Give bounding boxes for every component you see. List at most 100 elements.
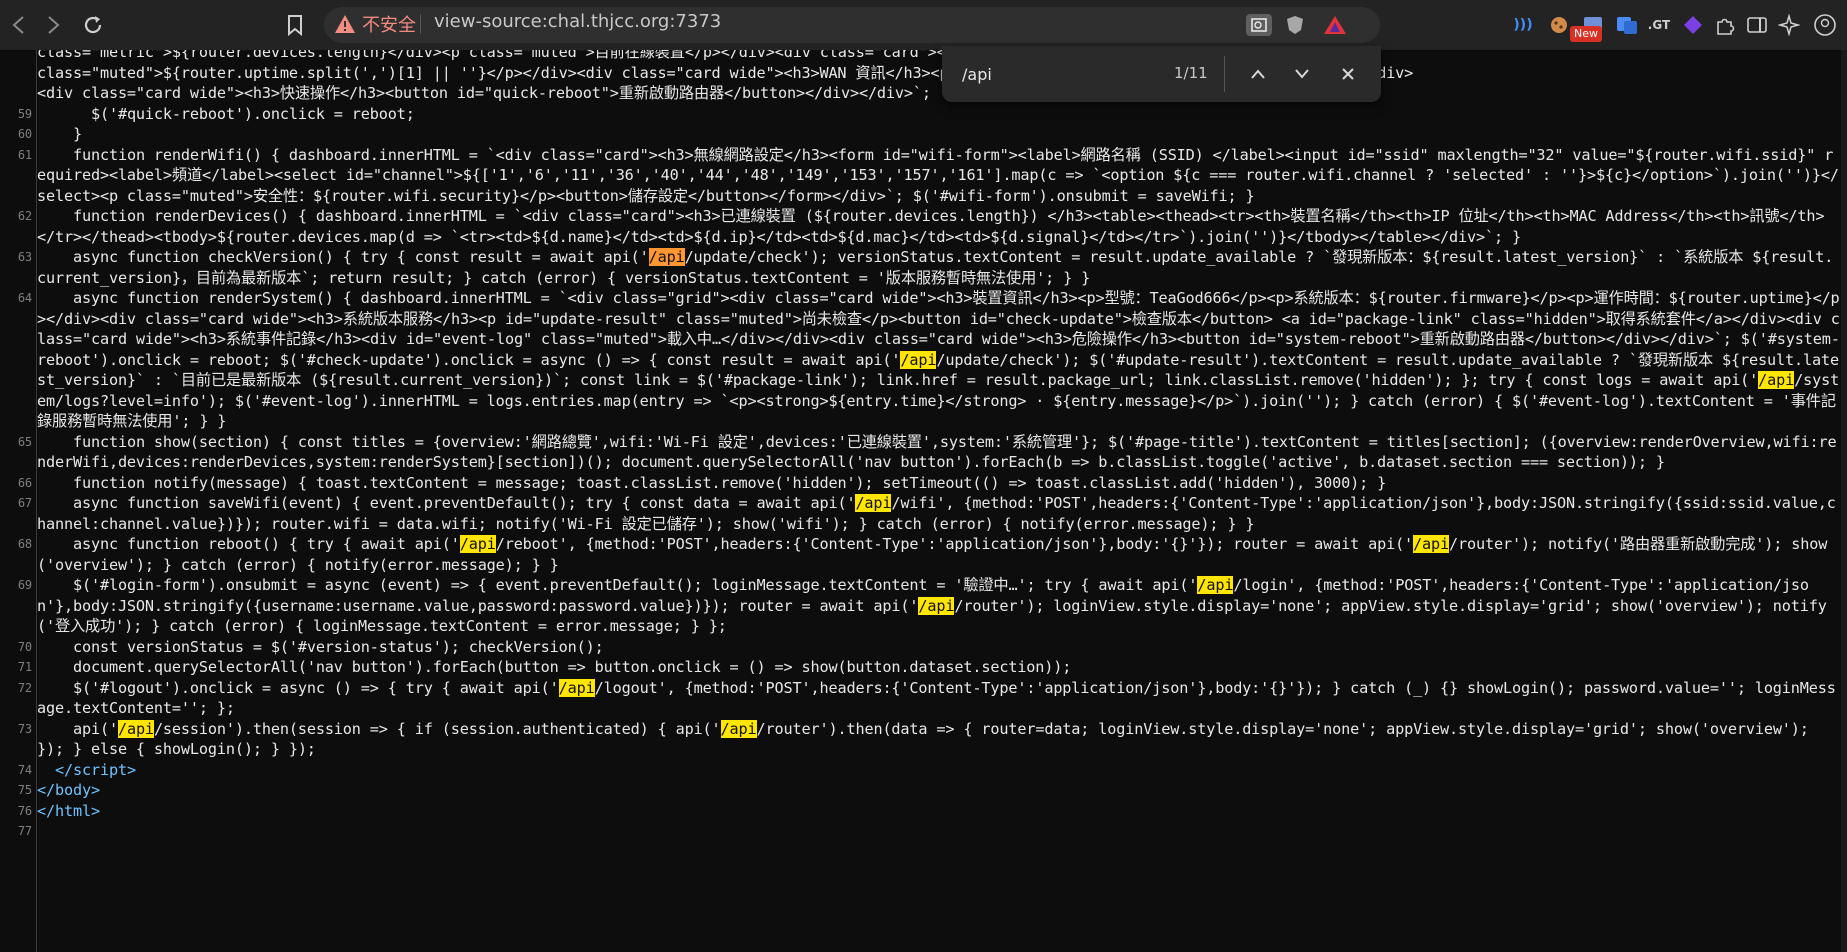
scrollbar[interactable]	[1841, 50, 1847, 952]
find-next-icon[interactable]	[1288, 60, 1316, 88]
find-match-highlight: /api	[459, 535, 496, 553]
line-text: async function saveWifi(event) { event.p…	[37, 494, 1836, 533]
line-number: 66	[17, 475, 32, 490]
line-number: 65	[17, 434, 32, 449]
line-text: async function reboot() { try { await ap…	[37, 535, 1828, 574]
url-separator	[420, 14, 421, 34]
forward-icon[interactable]	[38, 10, 68, 40]
url-text[interactable]: view-source:chal.thjcc.org:7373	[434, 11, 721, 32]
shield-extension-icon[interactable]	[1680, 12, 1706, 38]
brave-rewards-icon[interactable]	[1322, 14, 1348, 36]
source-line: 63 async function checkVersion() { try {…	[18, 247, 1842, 288]
warning-icon[interactable]	[334, 13, 356, 35]
find-previous-icon[interactable]	[1244, 60, 1272, 88]
source-line: 60 }	[18, 124, 1842, 145]
cookie-extension-icon[interactable]	[1546, 12, 1572, 38]
line-text: }	[37, 125, 82, 143]
source-line: 73 api('/api/session').then(session => {…	[18, 719, 1842, 760]
source-line: 75 </body>	[18, 780, 1842, 801]
line-number: 63	[17, 250, 32, 264]
bookmark-icon[interactable]	[282, 12, 308, 38]
line-number: 77	[17, 824, 32, 838]
line-text: async function checkVersion() { try { co…	[37, 248, 1834, 287]
source-line: <div class="card wide"><h3>快速操作</h3><but…	[37, 83, 1842, 104]
line-number: 71	[17, 660, 32, 674]
profile-icon[interactable]	[1812, 12, 1838, 38]
translate-extension-icon[interactable]	[1614, 12, 1640, 38]
source-line: 72 $('#logout').onclick = async () => { …	[18, 678, 1842, 719]
line-text: function show(section) { const titles = …	[37, 432, 1837, 472]
page-info-icon[interactable]	[1246, 14, 1272, 36]
source-line: 66 function notify(message) { toast.text…	[18, 473, 1842, 494]
line-number: 76	[17, 803, 32, 818]
line-text: api('/api/session').then(session => { if…	[37, 719, 1818, 758]
page-source-view[interactable]: class="metric">${router.devices.length}<…	[0, 50, 1847, 952]
source-line: 62 function renderDevices() { dashboard.…	[18, 206, 1842, 247]
line-text: $('#login-form').onsubmit = async (event…	[37, 576, 1827, 635]
find-match-highlight: /api	[117, 719, 154, 738]
find-match-count: 1/11	[1174, 64, 1208, 82]
find-match-highlight: /api	[1197, 576, 1234, 594]
sparkle-icon[interactable]	[1776, 12, 1802, 38]
find-match-highlight: /api	[558, 678, 595, 697]
line-number: 62	[17, 209, 32, 223]
source-code: class="metric">${router.devices.length}<…	[18, 50, 1842, 838]
source-line: class="metric">${router.devices.length}<…	[37, 50, 1842, 63]
line-text: const versionStatus = $('#version-status…	[37, 637, 604, 656]
new-badge: New	[1570, 26, 1602, 42]
source-line: 69 $('#login-form').onsubmit = async (ev…	[18, 575, 1842, 637]
puzzle-icon[interactable]	[1712, 12, 1738, 38]
line-number: 73	[17, 721, 32, 736]
find-input[interactable]	[960, 61, 1164, 87]
line-number: 72	[17, 680, 32, 695]
line-text: </body>	[37, 781, 100, 799]
find-match-highlight: /api	[900, 350, 937, 369]
source-line: 68 async function reboot() { try { await…	[18, 534, 1842, 575]
line-text: function renderWifi() { dashboard.innerH…	[37, 145, 1839, 205]
line-text: <div class="card wide"><h3>快速操作</h3><but…	[37, 84, 931, 102]
line-number: 67	[17, 496, 32, 510]
line-number: 64	[17, 291, 32, 305]
source-line: 70 const versionStatus = $('#version-sta…	[18, 637, 1842, 658]
line-text: function renderDevices() { dashboard.inn…	[37, 207, 1825, 246]
source-line: 64 async function renderSystem() { dashb…	[18, 288, 1842, 432]
line-number: 74	[17, 762, 32, 777]
source-line: class="muted">${router.uptime.split(',')…	[37, 63, 1842, 84]
line-text: document.querySelectorAll('nav button').…	[37, 658, 1072, 676]
line-text: $('#quick-reboot').onclick = reboot;	[37, 104, 415, 123]
line-number: 69	[17, 578, 32, 592]
source-line: 76 </html>	[18, 801, 1842, 822]
line-text: </script>	[55, 760, 136, 779]
source-line: 67 async function saveWifi(event) { even…	[18, 493, 1842, 534]
find-match-highlight: /api	[720, 719, 757, 738]
find-match-highlight: /api	[1413, 535, 1450, 553]
find-match-highlight: /api	[918, 596, 955, 615]
find-match-highlight: /api	[1758, 371, 1795, 389]
line-text: </html>	[37, 801, 100, 820]
find-match-highlight: /api	[648, 248, 685, 266]
back-icon[interactable]	[4, 10, 34, 40]
find-close-icon[interactable]	[1334, 60, 1362, 88]
line-number: 60	[17, 127, 32, 141]
security-status[interactable]: 不安全	[362, 11, 416, 37]
find-match-highlight: /api	[855, 494, 892, 512]
source-line: 74 </script>	[18, 760, 1842, 781]
source-line: 59 $('#quick-reboot').onclick = reboot;	[18, 104, 1842, 125]
source-line: 65 function show(section) { const titles…	[18, 432, 1842, 473]
browser-toolbar: 不安全 view-source:chal.thjcc.org:7373 ))) …	[0, 0, 1847, 50]
sidebar-icon[interactable]	[1744, 12, 1770, 38]
line-number: 70	[17, 639, 32, 654]
line-text: $('#logout').onclick = async () => { try…	[37, 678, 1836, 717]
find-divider	[1224, 56, 1225, 92]
ai-extension-icon[interactable]: .GT	[1646, 12, 1672, 38]
reload-icon[interactable]	[78, 10, 108, 40]
line-number: 75	[17, 783, 32, 797]
find-bar: 1/11	[942, 46, 1381, 102]
line-text: async function renderSystem() { dashboar…	[37, 289, 1840, 430]
source-line: 71 document.querySelectorAll('nav button…	[18, 657, 1842, 678]
source-line: 61 function renderWifi() { dashboard.inn…	[18, 145, 1842, 207]
line-text: function notify(message) { toast.textCon…	[37, 473, 1387, 492]
brave-shield-icon[interactable]	[1282, 14, 1308, 36]
line-number: 59	[17, 106, 32, 121]
wave-extension-icon[interactable]: )))	[1510, 12, 1536, 38]
